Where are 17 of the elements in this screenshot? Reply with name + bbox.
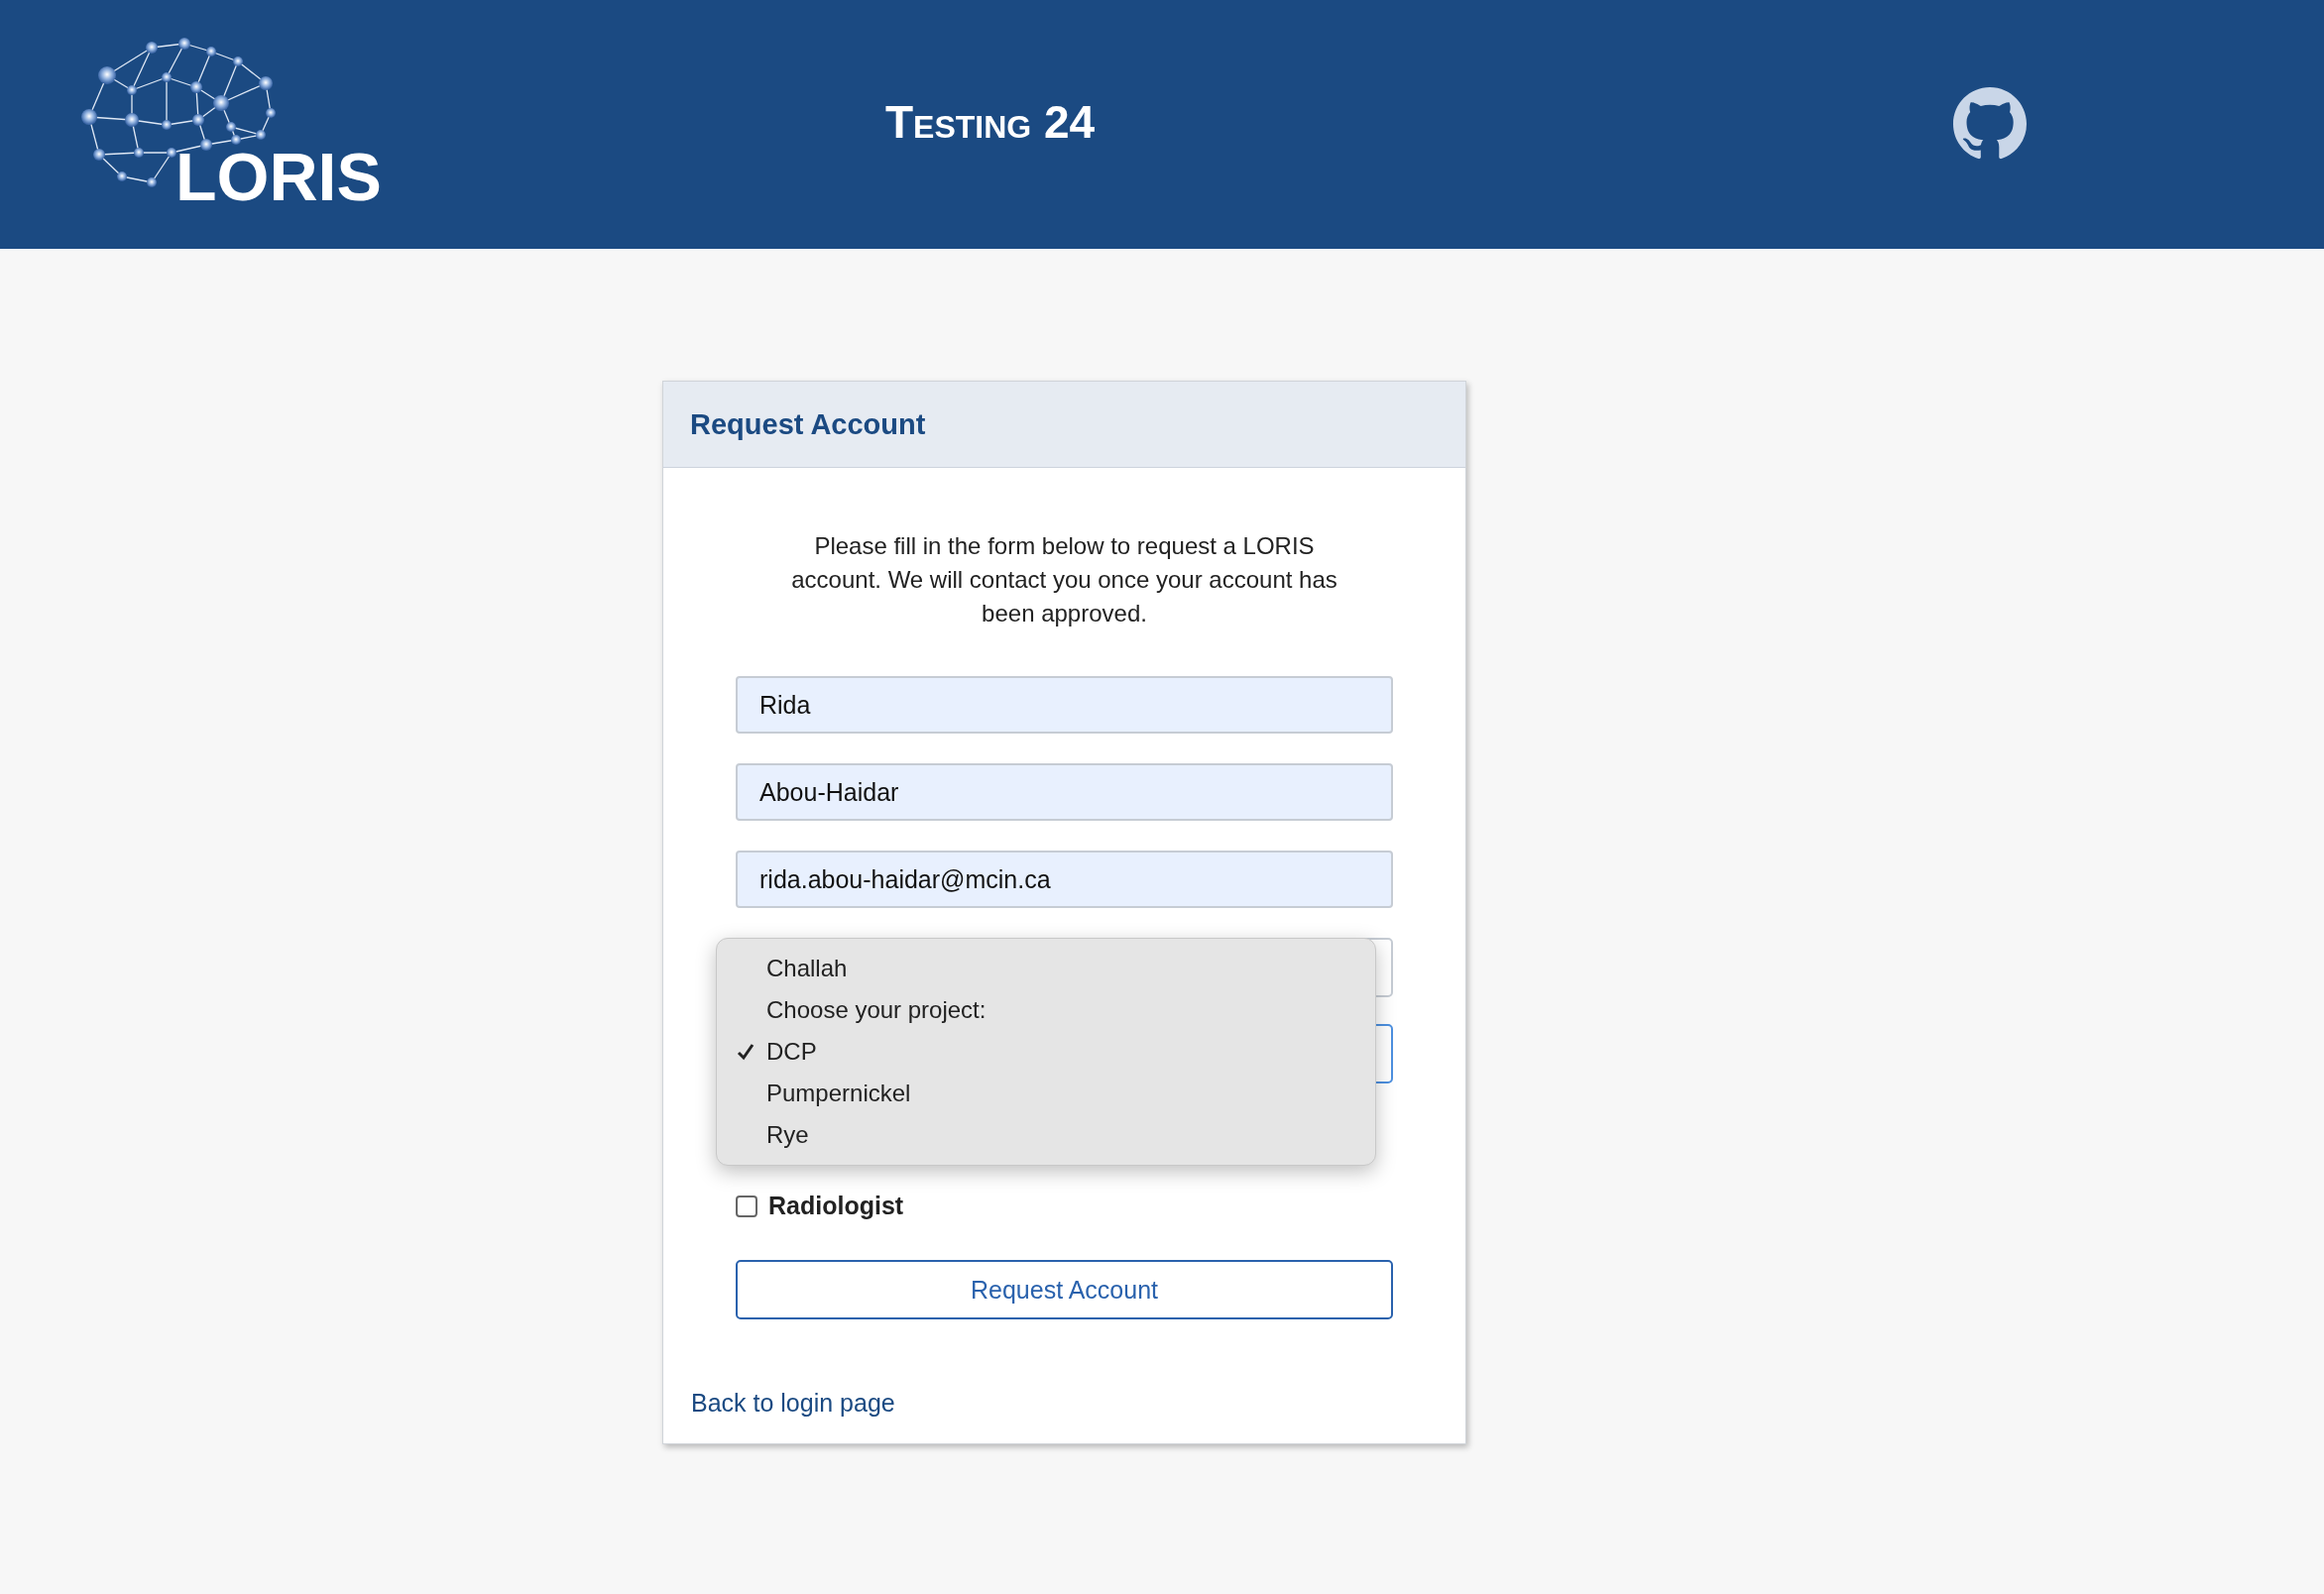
dropdown-option[interactable]: Challah: [717, 948, 1375, 989]
input-field[interactable]: rida.abou-haidar@mcin.ca: [736, 851, 1393, 908]
back-to-login-link[interactable]: Back to login page: [691, 1389, 895, 1417]
dropdown-option[interactable]: Rye: [717, 1114, 1375, 1156]
checkbox[interactable]: [736, 1195, 757, 1217]
logo-text: LORIS: [175, 142, 382, 210]
site-title: Testing 24: [885, 99, 1096, 145]
dropdown-option[interactable]: DCP: [717, 1031, 1375, 1073]
card-title: Request Account: [690, 407, 926, 441]
request-account-button[interactable]: Request Account: [736, 1260, 1393, 1319]
checkbox-label: Radiologist: [768, 1192, 904, 1220]
input-field[interactable]: Rida: [736, 676, 1393, 734]
input-field[interactable]: Abou-Haidar: [736, 763, 1393, 821]
intro-text: Please fill in the form below to request a LORIS account. We will contact you once your account has been approved.: [790, 531, 1338, 628]
dropdown-option[interactable]: Choose your project:: [717, 989, 1375, 1031]
github-icon[interactable]: [1953, 87, 2027, 161]
dropdown-option[interactable]: Pumpernickel: [717, 1073, 1375, 1114]
